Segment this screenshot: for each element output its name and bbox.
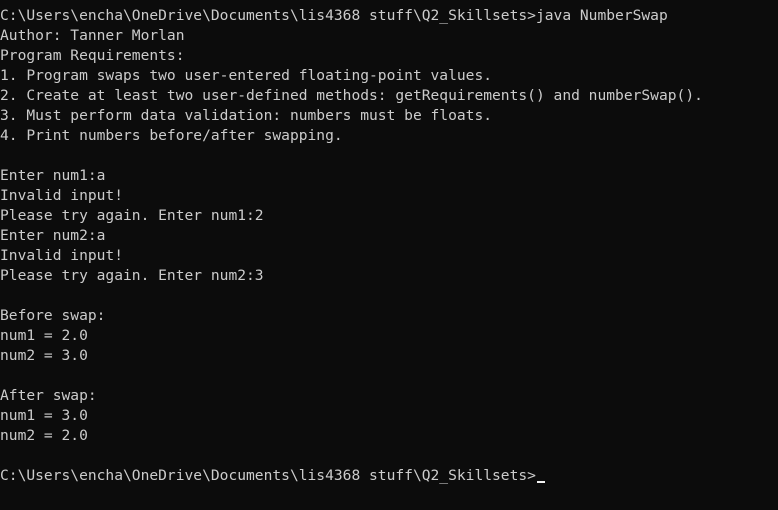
before-num1-value: num1 = 2.0	[0, 327, 88, 344]
before-swap-heading: Before swap:	[0, 307, 106, 324]
current-prompt: C:\Users\encha\OneDrive\Documents\lis436…	[0, 467, 536, 484]
command-line: C:\Users\encha\OneDrive\Documents\lis436…	[0, 7, 668, 24]
output-requirement-3: 3. Must perform data validation: numbers…	[0, 107, 493, 124]
after-num1-value: num1 = 3.0	[0, 407, 88, 424]
retry-prompt-num2: Please try again. Enter num2:3	[0, 267, 264, 284]
prompt-num2: Enter num2:a	[0, 227, 106, 244]
prompt-num1: Enter num1:a	[0, 167, 106, 184]
output-requirement-1: 1. Program swaps two user-entered floati…	[0, 67, 493, 84]
error-message: Invalid input!	[0, 247, 124, 264]
current-prompt-line[interactable]: C:\Users\encha\OneDrive\Documents\lis436…	[0, 466, 778, 486]
output-author: Author: Tanner Morlan	[0, 27, 185, 44]
error-message: Invalid input!	[0, 187, 124, 204]
after-num2-value: num2 = 2.0	[0, 427, 88, 444]
output-requirements-heading: Program Requirements:	[0, 47, 185, 64]
text-cursor	[536, 481, 545, 483]
retry-prompt-num1: Please try again. Enter num1:2	[0, 207, 264, 224]
console-window[interactable]: C:\Users\encha\OneDrive\Documents\lis436…	[0, 0, 778, 510]
after-swap-heading: After swap:	[0, 387, 97, 404]
output-requirement-4: 4. Print numbers before/after swapping.	[0, 127, 343, 144]
output-requirement-2: 2. Create at least two user-defined meth…	[0, 87, 703, 104]
before-num2-value: num2 = 3.0	[0, 347, 88, 364]
